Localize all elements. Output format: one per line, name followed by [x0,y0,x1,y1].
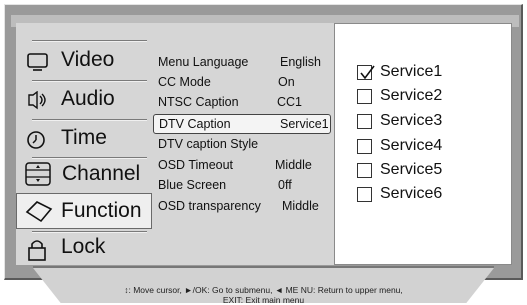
service-label: Service4 [380,137,443,154]
option-dtv-caption-style[interactable]: DTV caption Style [150,135,334,155]
function-options-panel: Menu Language English CC Mode On NTSC Ca… [150,23,334,265]
channel-icon [24,161,54,189]
option-label: OSD Timeout [158,158,234,172]
clock-icon [26,130,50,150]
help-text-line2: EXIT: Exit main menu [222,295,305,305]
option-value: Middle [282,199,319,213]
service-option-3[interactable]: Service3 [357,111,507,133]
nav-divider [32,119,147,121]
option-label: OSD transparency [158,199,261,213]
option-value: English [280,55,321,69]
nav-item-channel[interactable]: Channel [16,157,151,193]
nav-divider [32,157,147,159]
service-option-4[interactable]: Service4 [357,136,507,158]
nav-label: Video [61,48,115,71]
service-option-2[interactable]: Service2 [357,86,507,108]
option-label: DTV caption Style [158,137,259,151]
checkbox[interactable] [357,187,372,202]
option-menu-language[interactable]: Menu Language English [150,53,334,73]
nav-item-video[interactable]: Video [16,43,151,79]
checkbox[interactable] [357,65,375,80]
check-icon [360,65,375,80]
service-option-6[interactable]: Service6 [357,184,507,206]
option-value: CC1 [277,95,303,109]
service-label: Service1 [380,63,443,80]
option-cc-mode[interactable]: CC Mode On [150,73,334,93]
checkbox[interactable] [357,139,372,154]
service-label: Service6 [380,185,443,202]
option-blue-screen[interactable]: Blue Screen 0ff [150,176,334,196]
main-menu-panel: Video Audio Time Channel Function Lock [16,23,152,266]
nav-divider [32,40,147,42]
service-label: Service5 [380,161,443,178]
nav-item-function[interactable]: Function [16,193,152,229]
nav-label: Function [61,199,142,222]
option-value: Middle [275,158,312,172]
option-osd-timeout[interactable]: OSD Timeout Middle [150,156,334,176]
service-option-1[interactable]: Service1 [357,62,507,84]
nav-item-audio[interactable]: Audio [16,82,151,118]
option-value: On [278,75,295,89]
help-bar: ↕: Move cursor, ►/OK: Go to submenu, ◄ M… [33,268,494,303]
service-option-5[interactable]: Service5 [357,160,507,182]
speaker-icon [26,90,50,111]
checkbox[interactable] [357,89,372,104]
checkbox[interactable] [357,163,372,178]
option-label: NTSC Caption [158,95,239,109]
function-icon [25,199,53,225]
nav-divider [32,231,147,233]
nav-label: Lock [61,235,106,258]
option-label: Menu Language [158,55,249,69]
option-osd-transparency[interactable]: OSD transparency Middle [150,197,334,217]
nav-divider [32,80,147,82]
service-label: Service2 [380,87,443,104]
nav-label: Channel [62,162,141,185]
checkbox[interactable] [357,114,372,129]
option-value: 0ff [278,178,292,192]
service-label: Service3 [380,112,443,129]
option-label: DTV Caption [159,117,231,131]
option-dtv-caption[interactable]: DTV Caption Service1 [153,114,331,134]
tv-icon [26,52,50,72]
service-list-panel: Service1 Service2 Service3 Service4 Serv… [334,23,512,265]
option-label: CC Mode [158,75,211,89]
help-text-line1: ↕: Move cursor, ►/OK: Go to submenu, ◄ M… [124,285,403,295]
lock-icon [26,239,50,261]
option-label: Blue Screen [158,178,227,192]
option-ntsc-caption[interactable]: NTSC Caption CC1 [150,93,334,113]
nav-item-lock[interactable]: Lock [16,230,151,266]
nav-label: Audio [61,87,115,110]
option-value: Service1 [280,117,329,131]
help-bar-edge [33,266,494,268]
nav-item-time[interactable]: Time [16,121,151,157]
nav-label: Time [61,126,107,149]
